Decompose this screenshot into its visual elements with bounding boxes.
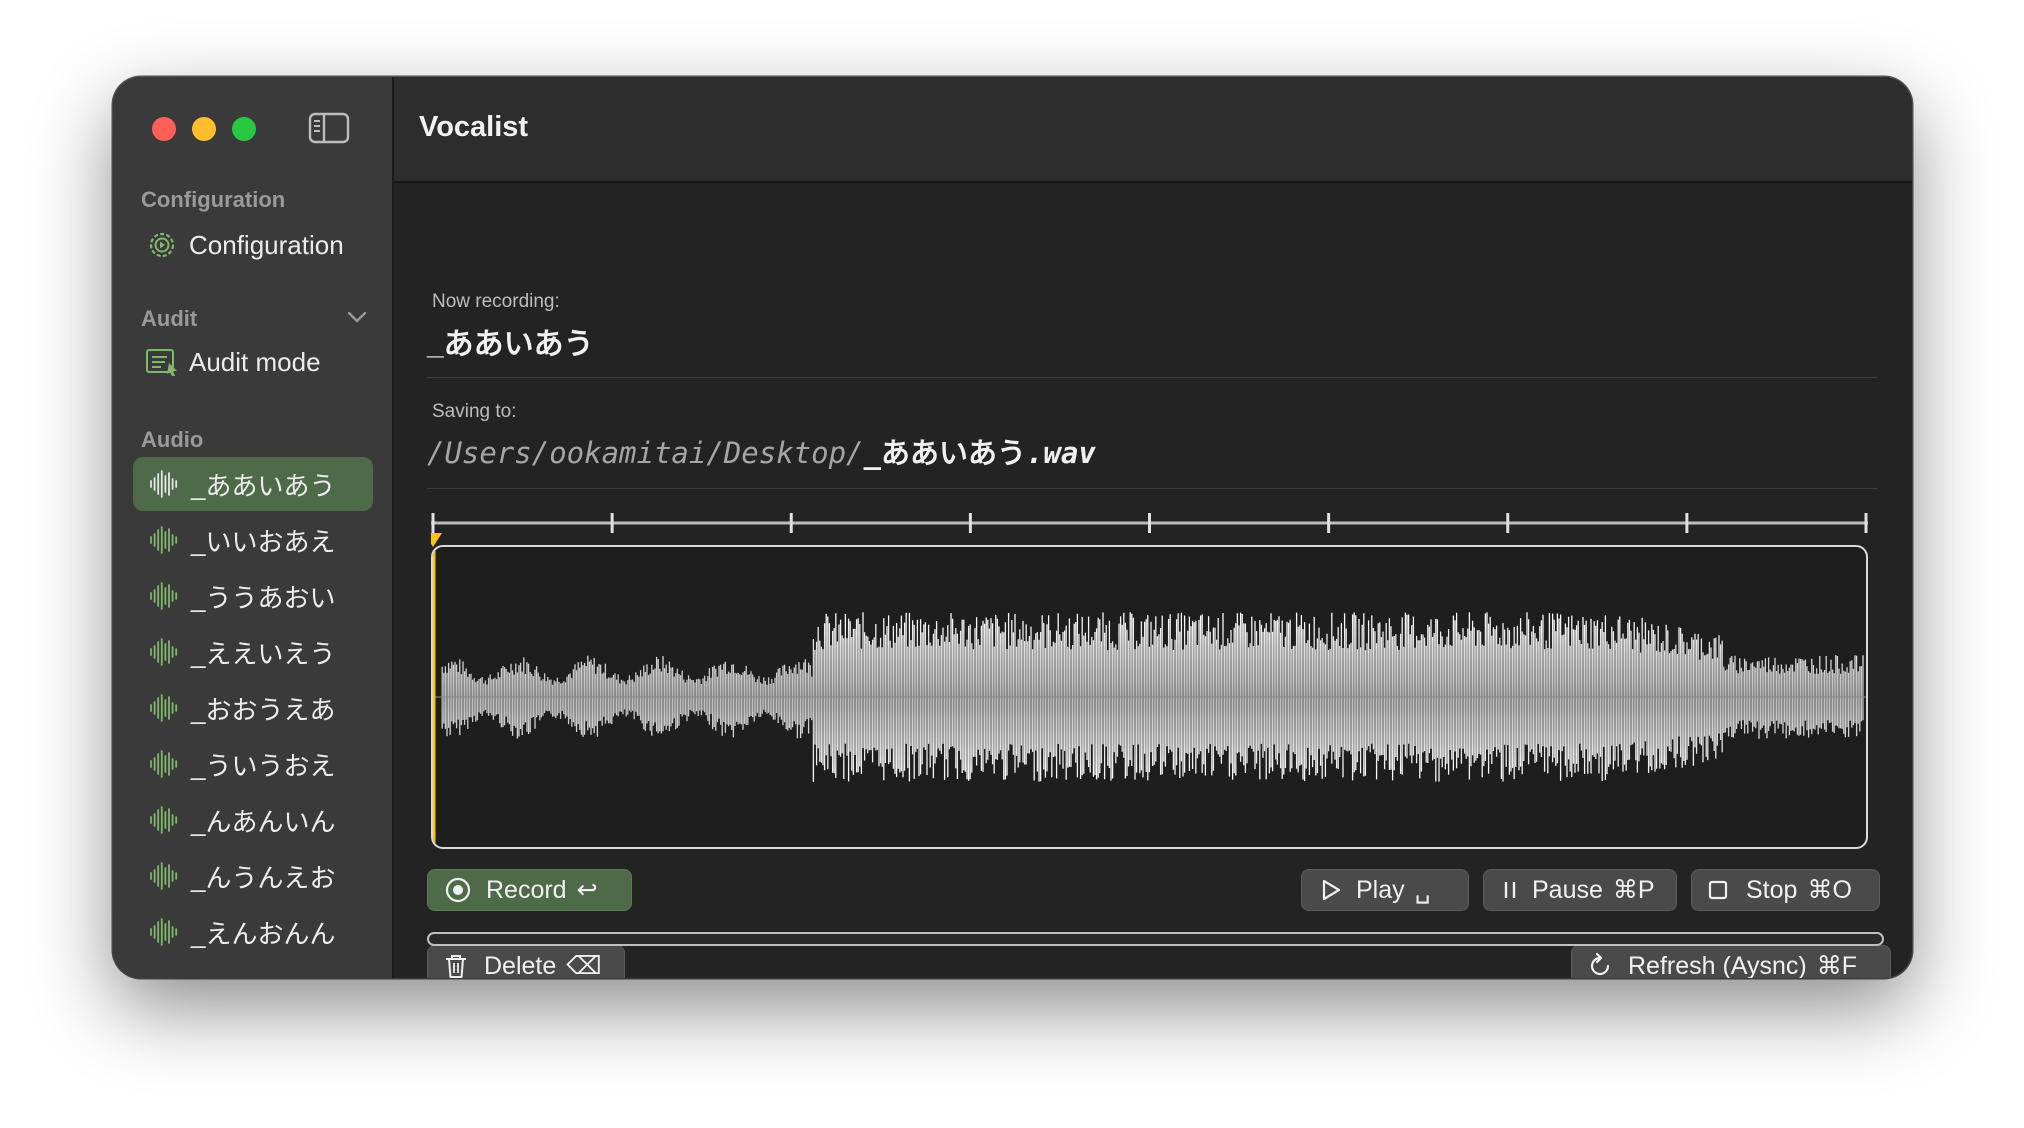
gear-icon xyxy=(149,232,175,258)
delete-key-icon: ⌫ xyxy=(566,952,602,978)
app-title: Vocalist xyxy=(419,111,529,143)
waveform-icon xyxy=(150,470,178,498)
stop-label: Stop xyxy=(1746,875,1798,904)
zoom-window-button[interactable] xyxy=(232,117,256,141)
main-content: Now recording: _ああいあう Saving to: /Users/… xyxy=(394,183,1912,978)
path-extension: .wav xyxy=(1025,436,1096,470)
sidebar-audio-item[interactable]: _ああいあう xyxy=(133,457,373,511)
pause-button[interactable]: Pause ⌘P xyxy=(1483,869,1677,911)
delete-button[interactable]: Delete ⌫ xyxy=(427,945,625,978)
sidebar-item-label: Audit mode xyxy=(189,346,321,377)
sidebar-item-label: _んうんえお xyxy=(191,862,336,893)
sidebar-audio-item[interactable]: _おおうえあ xyxy=(133,681,373,735)
sidebar-item-label: _んあんいん xyxy=(191,806,336,837)
record-button[interactable]: Record ↩ xyxy=(427,869,632,911)
now-recording-label: Now recording: xyxy=(432,291,560,312)
timeline-ruler[interactable] xyxy=(431,503,1868,549)
sidebar-item-label: Configuration xyxy=(189,229,344,260)
section-title-audio: Audio xyxy=(141,427,204,452)
close-window-button[interactable] xyxy=(152,117,176,141)
refresh-button[interactable]: Refresh (Aysnc) ⌘F xyxy=(1571,945,1891,978)
waveform-icon xyxy=(150,638,178,666)
divider xyxy=(427,377,1878,378)
trash-icon xyxy=(446,955,466,978)
sidebar-item-label: _ううあおい xyxy=(191,582,336,613)
waveform-view[interactable] xyxy=(431,545,1868,849)
section-title-configuration: Configuration xyxy=(141,187,286,212)
pause-icon xyxy=(1504,882,1516,898)
play-icon xyxy=(1322,879,1341,901)
divider xyxy=(427,488,1878,489)
play-button[interactable]: Play ␣ xyxy=(1301,869,1469,911)
waveform-icon xyxy=(150,526,178,554)
waveform xyxy=(433,547,1866,847)
sidebar-item-label: _えんおんん xyxy=(191,918,336,949)
path-directory: /Users/ookamitai/Desktop/ xyxy=(427,436,864,470)
titlebar: Vocalist xyxy=(394,77,1912,183)
waveform-icon xyxy=(150,582,178,610)
sidebar-toggle-icon[interactable] xyxy=(308,111,350,145)
return-key-icon: ↩ xyxy=(576,876,598,904)
path-filename: _ああいあう xyxy=(863,436,1026,470)
sidebar-item-label: _ええいえう xyxy=(191,638,336,669)
saving-path[interactable]: /Users/ookamitai/Desktop/_ああいあう.wav xyxy=(427,430,1096,472)
pause-label: Pause xyxy=(1532,875,1603,904)
section-title-audit: Audit xyxy=(141,306,198,331)
space-key-icon: ␣ xyxy=(1414,876,1431,904)
stop-button[interactable]: Stop ⌘O xyxy=(1691,869,1880,911)
sidebar-audio-item[interactable]: _ういうおえ xyxy=(133,737,373,791)
minimize-window-button[interactable] xyxy=(192,117,216,141)
sidebar-audio-item[interactable]: _ええいえう xyxy=(133,625,373,679)
delete-label: Delete xyxy=(484,951,557,979)
chevron-down-icon[interactable] xyxy=(345,307,369,327)
sidebar-audio-item[interactable]: _ううあおい xyxy=(133,569,373,623)
stop-shortcut: ⌘O xyxy=(1807,876,1852,904)
now-recording-value: _ああいあう xyxy=(427,328,594,361)
app-window: Configuration Configuration Audit Audit … xyxy=(113,77,1912,978)
pause-shortcut: ⌘P xyxy=(1612,876,1655,904)
audit-list-icon xyxy=(146,349,177,376)
progress-bar xyxy=(427,932,1884,946)
sidebar-item-label: _ああいあう xyxy=(191,470,336,501)
waveform-icon xyxy=(150,918,178,946)
sidebar: Configuration Configuration Audit Audit … xyxy=(113,77,394,978)
sidebar-audio-item[interactable]: _んあんいん xyxy=(133,793,373,847)
refresh-shortcut: ⌘F xyxy=(1816,952,1858,978)
sidebar-item-configuration[interactable]: Configuration xyxy=(133,218,373,272)
sidebar-audio-item[interactable]: _いいおあえ xyxy=(133,513,373,567)
refresh-icon xyxy=(1590,952,1610,976)
sidebar-item-audit-mode[interactable]: Audit mode xyxy=(133,335,373,389)
waveform-icon xyxy=(150,750,178,778)
play-label: Play xyxy=(1356,875,1405,904)
waveform-icon xyxy=(150,862,178,890)
sidebar-item-label: _いいおあえ xyxy=(191,526,336,557)
record-label: Record xyxy=(486,875,567,904)
sidebar-audio-item[interactable]: _えんおんん xyxy=(133,905,373,959)
waveform-icon xyxy=(150,694,178,722)
record-icon xyxy=(445,877,471,903)
saving-to-label: Saving to: xyxy=(432,401,517,422)
sidebar-item-label: _おおうえあ xyxy=(191,694,336,725)
waveform-icon xyxy=(150,806,178,834)
stop-icon xyxy=(1708,880,1728,900)
sidebar-audio-item[interactable]: _んうんえお xyxy=(133,849,373,903)
refresh-label: Refresh (Aysnc) xyxy=(1628,951,1807,979)
sidebar-item-label: _ういうおえ xyxy=(191,750,336,781)
